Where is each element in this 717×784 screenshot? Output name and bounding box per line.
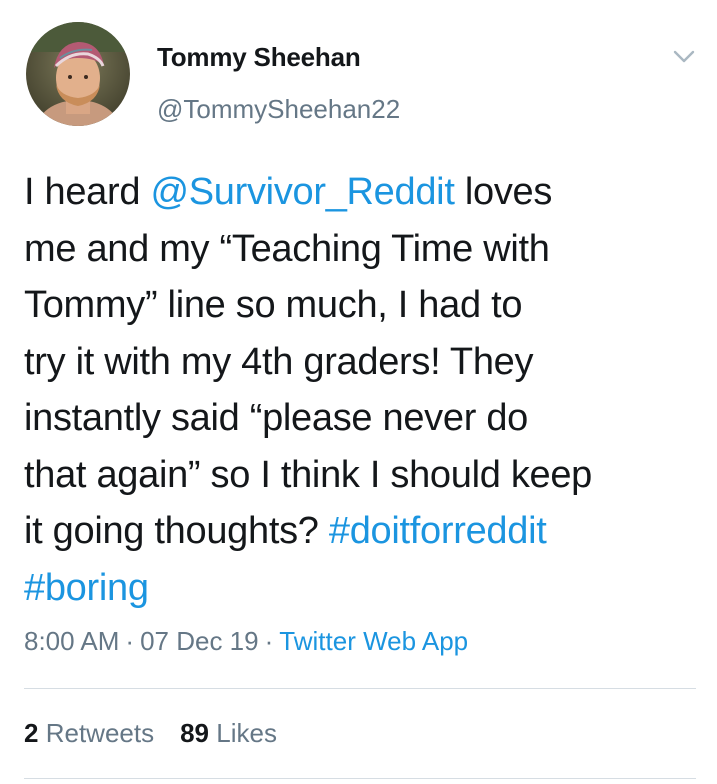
tweet-card: Tommy Sheehan @TommySheehan22 I heard @S… [0,0,717,784]
divider [24,778,696,779]
retweets-count: 2 [24,718,39,748]
tweet-source-link[interactable]: Twitter Web App [279,626,468,656]
mention-link[interactable]: @Survivor_Reddit [150,171,454,213]
retweets-label: Retweets [45,718,155,748]
tweet-stats: 2 Retweets 89 Likes [24,718,303,749]
likes-stat[interactable]: 89 Likes [180,718,277,748]
tweet-meta: 8:00 AM · 07 Dec 19 · Twitter Web App [24,626,468,657]
tweet-date[interactable]: 07 Dec 19 [140,626,259,656]
tweet-text-line: it going thoughts? #doitforreddit [24,503,710,560]
tweet-text-segment: try it with my 4th graders! They [24,340,534,383]
tweet-text-segment: that again” so I think I should keep [24,453,593,496]
tweet-text-segment: me and my “Teaching Time with [24,227,550,270]
tweet-text-segment: it going thoughts? [24,510,329,552]
tweet-text-segment: instantly said “please never do [24,397,528,439]
tweet-text-line: #boring [24,560,710,617]
likes-count: 89 [180,718,210,748]
tweet-text-line: instantly said “please never do [24,390,710,447]
meta-separator: · [264,626,274,656]
hashtag-link[interactable]: #boring [24,567,149,609]
chevron-down-icon[interactable] [672,48,696,66]
hashtag-link[interactable]: #doitforreddit [329,510,547,552]
author-name[interactable]: Tommy Sheehan [157,42,361,73]
tweet-text-line: Tommy” line so much, I had to [24,277,710,334]
retweets-stat[interactable]: 2 Retweets [24,718,154,748]
likes-label: Likes [216,718,277,748]
tweet-text-line: I heard @Survivor_Reddit loves [24,164,710,221]
tweet-text-segment: loves [454,171,553,213]
tweet-text-segment: Tommy” line so much, I had to [24,284,523,326]
tweet-text-line: me and my “Teaching Time with [24,221,710,278]
tweet-text: I heard @Survivor_Reddit loves me and my … [24,164,710,616]
tweet-time[interactable]: 8:00 AM [24,626,119,656]
tweet-text-line: that again” so I think I should keep [24,447,710,504]
author-handle[interactable]: @TommySheehan22 [157,94,400,125]
meta-separator: · [125,626,135,656]
avatar[interactable] [26,22,130,126]
tweet-text-segment: I heard [24,171,151,213]
tweet-text-line: try it with my 4th graders! They [24,334,710,391]
divider [24,688,696,689]
